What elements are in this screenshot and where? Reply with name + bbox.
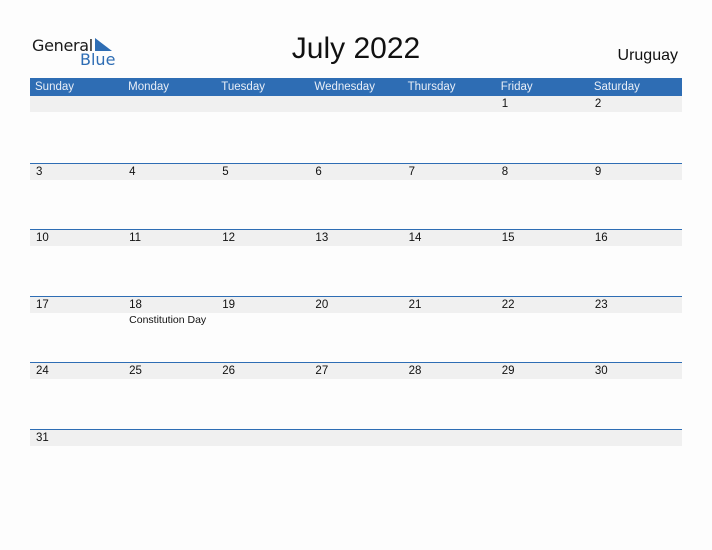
day-number: 6 xyxy=(315,165,322,178)
day-number xyxy=(589,430,682,446)
day-number-row: 17 18 19 20 21 22 23 xyxy=(30,296,682,313)
day-number: 10 xyxy=(36,232,49,245)
week-row: 17 18 19 20 21 22 23 Constitution Day xyxy=(30,295,682,363)
day-number xyxy=(403,96,496,112)
day-number: 17 xyxy=(36,298,49,311)
weekday-sunday: Sunday xyxy=(35,81,75,93)
day-number xyxy=(309,430,402,446)
day-number: 4 xyxy=(129,165,136,178)
weekday-saturday: Saturday xyxy=(593,81,640,93)
day-number: 8 xyxy=(501,165,509,178)
day-number: 1 xyxy=(501,98,509,110)
week-row: 10 11 12 13 14 15 16 xyxy=(30,229,682,296)
day-number: 16 xyxy=(594,232,608,245)
day-number: 22 xyxy=(501,298,515,311)
day-number xyxy=(123,430,216,446)
day-number: 19 xyxy=(222,298,236,311)
day-number xyxy=(216,96,309,112)
day-number: 12 xyxy=(222,232,236,245)
day-number: 13 xyxy=(315,232,329,245)
day-number: 11 xyxy=(129,232,142,245)
day-number: 18 xyxy=(129,298,142,311)
weeks-container: 1 2 3 4 5 6 7 8 9 10 11 12 13 14 15 16 17 18 19 20 21 22 23 Con… xyxy=(30,96,682,496)
day-number: 23 xyxy=(594,298,608,311)
day-number: 31 xyxy=(36,431,49,444)
page-title: July 2022 xyxy=(291,32,421,65)
week-row: 24 25 26 27 28 29 30 xyxy=(30,362,682,429)
day-number: 2 xyxy=(594,98,602,110)
day-number: 29 xyxy=(501,365,515,378)
day-number xyxy=(30,96,123,112)
day-number: 21 xyxy=(408,298,422,311)
day-number-row: 24 25 26 27 28 29 30 xyxy=(30,363,682,380)
day-number-row: 3 4 5 6 7 8 9 xyxy=(30,163,682,180)
day-number: 20 xyxy=(315,298,329,311)
holiday-label xyxy=(309,313,402,327)
day-number xyxy=(309,96,402,112)
day-number-row: 31 xyxy=(30,429,682,446)
day-number: 26 xyxy=(222,365,236,378)
day-number-row: 10 11 12 13 14 15 16 xyxy=(30,230,682,247)
holiday-label xyxy=(403,313,496,327)
weekday-monday: Monday xyxy=(128,81,170,93)
day-number xyxy=(216,430,309,446)
holiday-label xyxy=(216,313,309,327)
event-row: Constitution Day xyxy=(30,313,682,327)
day-number-row: 12 xyxy=(30,96,682,112)
day-number: 5 xyxy=(222,165,229,178)
calendar-grid: Sunday Monday Tuesday Wednesday Thursday… xyxy=(30,78,682,496)
holiday-label: Constitution Day xyxy=(129,313,207,326)
day-number: 24 xyxy=(36,365,49,378)
day-number: 3 xyxy=(36,165,43,178)
day-number: 14 xyxy=(408,232,422,245)
weekday-tuesday: Tuesday xyxy=(221,81,265,93)
day-number: 27 xyxy=(315,365,329,378)
week-row: 3 4 5 6 7 8 9 xyxy=(30,162,682,230)
day-number: 9 xyxy=(594,165,602,178)
holiday-label xyxy=(589,313,682,327)
day-number: 30 xyxy=(594,365,608,378)
holiday-label xyxy=(30,313,123,327)
weekday-header: Sunday Monday Tuesday Wednesday Thursday… xyxy=(30,78,682,96)
country-label: Uruguay xyxy=(617,47,678,64)
weekday-wednesday: Wednesday xyxy=(314,81,375,93)
day-number: 15 xyxy=(501,232,515,245)
week-row: 31 xyxy=(30,428,682,496)
day-number: 25 xyxy=(129,365,142,378)
day-number xyxy=(123,96,216,112)
weekday-thursday: Thursday xyxy=(407,81,456,93)
day-number: 28 xyxy=(408,365,422,378)
week-row: 12 xyxy=(30,96,682,163)
day-number xyxy=(496,430,589,446)
day-number: 7 xyxy=(408,165,415,178)
weekday-friday: Friday xyxy=(500,81,533,93)
day-number xyxy=(403,430,496,446)
holiday-label xyxy=(496,313,589,327)
